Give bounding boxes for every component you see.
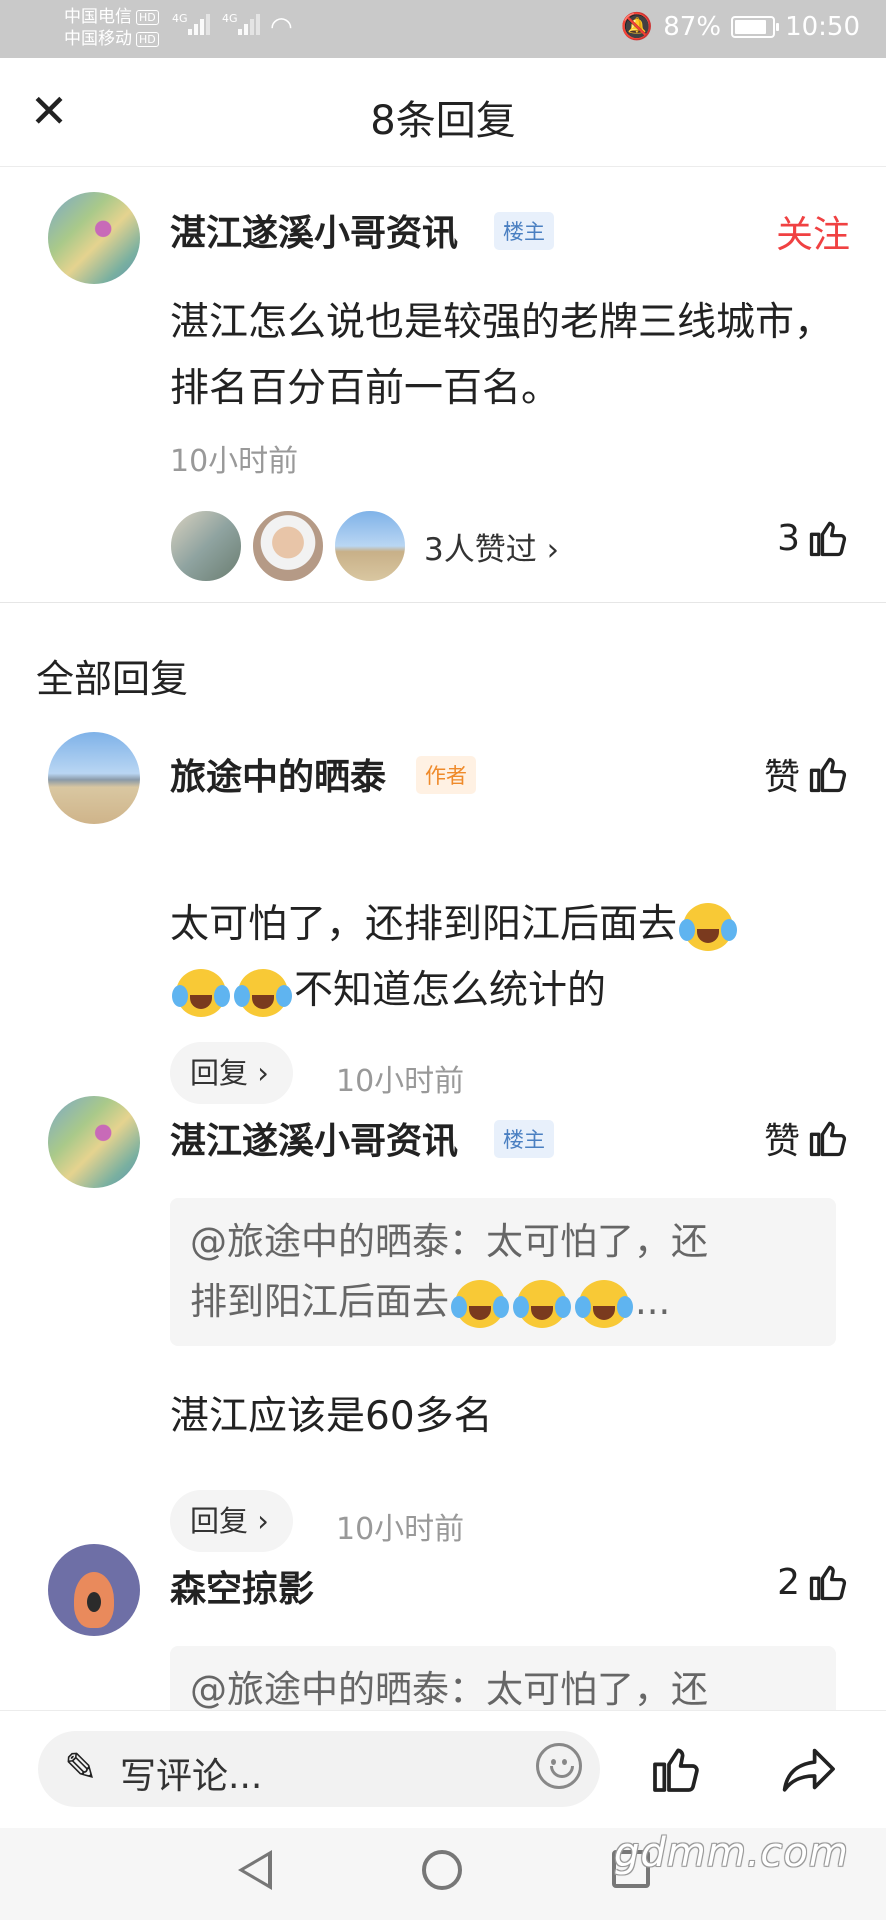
carrier-info: 中国电信 HD 中国移动 HD bbox=[64, 6, 159, 50]
quote-text: 排到阳江后面去 bbox=[190, 1280, 449, 1323]
quote-text: @旅途中的晒泰：太可怕了，还 bbox=[190, 1220, 708, 1263]
reply-username[interactable]: 湛江遂溪小哥资讯 bbox=[170, 1112, 458, 1164]
like-count: 3 bbox=[777, 517, 800, 559]
home-icon[interactable] bbox=[422, 1850, 462, 1890]
crying-laughing-emoji bbox=[575, 1278, 633, 1330]
owner-badge: 楼主 bbox=[494, 212, 554, 250]
network-label-2: 4G bbox=[222, 12, 238, 25]
signal-icon-2 bbox=[238, 14, 262, 40]
avatar[interactable] bbox=[48, 192, 140, 284]
hd-badge-2: HD bbox=[136, 31, 159, 47]
crying-laughing-emoji bbox=[451, 1278, 509, 1330]
reply-like-button[interactable]: 2 bbox=[777, 1560, 850, 1604]
main-comment-time: 10小时前 bbox=[170, 444, 299, 479]
author-badge: 作者 bbox=[416, 756, 476, 794]
share-icon[interactable] bbox=[780, 1741, 840, 1797]
reply-time: 10小时前 bbox=[336, 1064, 465, 1099]
main-like-button[interactable]: 3 bbox=[777, 516, 850, 560]
emoji-icon[interactable] bbox=[536, 1743, 582, 1789]
wifi-icon: ◠ bbox=[270, 12, 293, 42]
follow-button[interactable]: 关注 bbox=[776, 204, 850, 258]
network-label-1: 4G bbox=[172, 12, 188, 25]
section-title: 全部回复 bbox=[36, 657, 189, 701]
main-username[interactable]: 湛江遂溪小哥资讯 bbox=[170, 204, 458, 256]
main-comment-text: 湛江怎么说也是较强的老牌三线城市，排名百分百前一百名。 bbox=[170, 300, 834, 411]
liker-avatar[interactable] bbox=[250, 508, 326, 584]
thumbs-up-icon bbox=[809, 521, 847, 557]
thumbs-up-icon[interactable] bbox=[648, 1741, 704, 1797]
crying-laughing-emoji bbox=[234, 967, 292, 1019]
signal-icon bbox=[188, 14, 212, 40]
watermark: gdmm.com bbox=[614, 1830, 849, 1876]
hd-badge-1: HD bbox=[136, 9, 159, 25]
reply-time: 10小时前 bbox=[336, 1512, 465, 1547]
reply-username[interactable]: 森空掠影 bbox=[170, 1560, 314, 1612]
replies-sheet: ✕ 8条回复 湛江遂溪小哥资讯 楼主 关注 湛江怎么说也是较强的老牌三线城市，排… bbox=[0, 58, 886, 1920]
avatar[interactable] bbox=[48, 1544, 140, 1636]
battery-percent: 87% bbox=[663, 12, 722, 42]
divider bbox=[0, 602, 886, 603]
avatar[interactable] bbox=[48, 732, 140, 824]
like-label: 赞 bbox=[763, 1121, 800, 1162]
quote-ellipsis: ... bbox=[635, 1280, 671, 1323]
status-bar: 中国电信 HD 中国移动 HD 4G 4G ◠ 🔕 87% 10:50 bbox=[0, 0, 886, 58]
bottom-bar: ✎ 写评论... bbox=[0, 1710, 886, 1829]
like-count: 2 bbox=[777, 1561, 800, 1603]
thumbs-up-icon bbox=[809, 1121, 847, 1157]
sheet-header: ✕ 8条回复 bbox=[0, 58, 886, 167]
reply-text-part: 太可怕了，还排到阳江后面去 bbox=[170, 902, 678, 947]
liker-avatar[interactable] bbox=[332, 508, 408, 584]
reply-username[interactable]: 旅途中的晒泰 bbox=[170, 748, 386, 800]
thumbs-up-icon bbox=[809, 757, 847, 793]
reply-button[interactable]: 回复 › bbox=[170, 1042, 293, 1104]
reply-button[interactable]: 回复 › bbox=[170, 1490, 293, 1552]
crying-laughing-emoji bbox=[172, 967, 230, 1019]
owner-badge: 楼主 bbox=[494, 1120, 554, 1158]
like-label: 赞 bbox=[763, 757, 800, 798]
crying-laughing-emoji bbox=[513, 1278, 571, 1330]
status-right: 🔕 87% 10:50 bbox=[621, 12, 860, 42]
likers-link[interactable]: 3人赞过 › bbox=[424, 524, 559, 569]
battery-icon bbox=[731, 16, 780, 38]
avatar[interactable] bbox=[48, 1096, 140, 1188]
quote-text: @旅途中的晒泰：太可怕了，还 bbox=[190, 1668, 708, 1711]
reply-text: 太可怕了，还排到阳江后面去 不知道怎么统计的 bbox=[170, 892, 850, 1024]
thumbs-up-icon bbox=[809, 1565, 847, 1601]
liker-avatar[interactable] bbox=[168, 508, 244, 584]
carrier-2: 中国移动 bbox=[64, 29, 132, 49]
pen-icon: ✎ bbox=[64, 1745, 98, 1791]
reply-text: 湛江应该是60多名 bbox=[170, 1394, 493, 1439]
battery-fill bbox=[735, 20, 767, 34]
reply-like-button[interactable]: 赞 bbox=[764, 1112, 850, 1164]
clock: 10:50 bbox=[785, 12, 860, 42]
comment-input[interactable]: ✎ 写评论... bbox=[38, 1731, 600, 1807]
mute-bell-icon: 🔕 bbox=[620, 12, 654, 42]
crying-laughing-emoji bbox=[679, 901, 738, 953]
back-icon[interactable] bbox=[238, 1850, 272, 1890]
quoted-comment[interactable]: @旅途中的晒泰：太可怕了，还 排到阳江后面去... bbox=[170, 1198, 836, 1346]
reply-text-part: 不知道怎么统计的 bbox=[294, 968, 607, 1013]
comment-placeholder: 写评论... bbox=[120, 1756, 263, 1797]
carrier-1: 中国电信 bbox=[64, 7, 132, 27]
page-title: 8条回复 bbox=[370, 98, 516, 144]
reply-like-button[interactable]: 赞 bbox=[764, 748, 850, 800]
